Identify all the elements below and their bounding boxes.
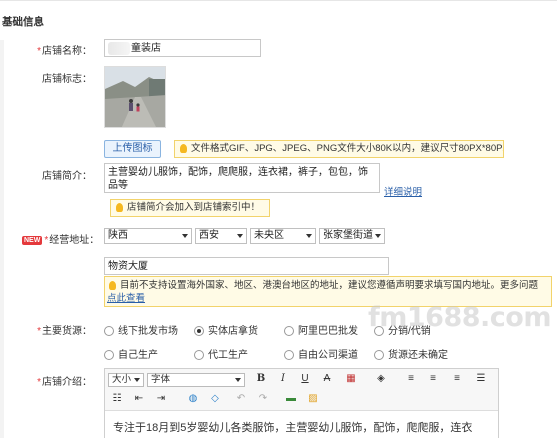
shop-logo-photo: [105, 67, 165, 127]
shop-name-value: 童装店: [131, 43, 161, 54]
upload-logo-button[interactable]: 上传图标: [104, 140, 161, 158]
shop-name-label: *店铺名称：: [2, 42, 92, 57]
radio-button[interactable]: [104, 350, 114, 361]
align-right-icon[interactable]: ≡: [449, 373, 465, 384]
top-divider: [0, 0, 557, 3]
district-select[interactable]: 未央区: [250, 228, 316, 244]
align-center-icon[interactable]: ≡: [425, 373, 441, 384]
lightbulb-icon: [180, 143, 187, 153]
lightbulb-icon: [109, 280, 116, 290]
dropdown-arrow-icon: [134, 378, 140, 382]
italic-icon[interactable]: I: [275, 373, 291, 384]
option-label: 自由公司渠道: [298, 350, 358, 361]
redo-icon[interactable]: ↷: [255, 393, 271, 404]
supply-option-oem[interactable]: 代工生产: [194, 346, 248, 361]
shop-intro-value: 主营婴幼儿服饰，配饰，爬爬服，连衣裙，裤子，包包，饰品等: [108, 167, 368, 191]
radio-button[interactable]: [284, 326, 294, 337]
radio-button[interactable]: [284, 350, 294, 361]
supply-label: *主要货源：: [2, 322, 92, 337]
district-value: 未央区: [254, 230, 284, 241]
address-detail-value: 物资大厦: [108, 261, 148, 272]
highlight-color-icon[interactable]: ◈: [373, 373, 389, 384]
option-label: 线下批发市场: [118, 326, 178, 337]
street-select[interactable]: 张家堡街道: [319, 228, 385, 244]
address-label-text: 经营地址：: [49, 235, 100, 246]
supply-option-own-channel[interactable]: 自由公司渠道: [284, 346, 358, 361]
bullet-list-icon[interactable]: ☰: [473, 373, 489, 384]
dropdown-arrow-icon: [306, 234, 312, 238]
city-value: 西安: [199, 230, 219, 241]
shop-name-label-text: 店铺名称：: [42, 46, 92, 57]
required-mark: *: [37, 377, 41, 388]
supply-option-wholesale-market[interactable]: 线下批发市场: [104, 322, 178, 337]
font-family-label: 字体: [151, 374, 171, 385]
logo-tip: 文件格式GIF、JPG、JPEG、PNG文件大小80K以内，建议尺寸80PX*8…: [174, 140, 504, 158]
shop-logo-label: 店铺标志：: [42, 74, 92, 85]
address-detail-input[interactable]: 物资大厦: [104, 257, 389, 275]
font-family-select[interactable]: 字体: [147, 373, 245, 387]
dropdown-arrow-icon: [235, 378, 241, 382]
indent-icon[interactable]: ⇥: [153, 393, 169, 404]
required-mark: *: [37, 46, 41, 57]
intro-detail-link[interactable]: 详细说明: [384, 184, 422, 198]
shop-logo-image: [104, 66, 166, 128]
dropdown-arrow-icon: [182, 234, 188, 238]
logo-tip-text: 文件格式GIF、JPG、JPEG、PNG文件大小80K以内，建议尺寸80PX*8…: [191, 143, 504, 154]
radio-button[interactable]: [104, 326, 114, 337]
supply-label-text: 主要货源：: [42, 326, 92, 337]
numbered-list-icon[interactable]: ☷: [109, 393, 125, 404]
blurred-text-mask: [108, 41, 130, 55]
option-label: 货源还未确定: [388, 350, 448, 361]
image-icon[interactable]: ▬: [283, 393, 299, 404]
lightbulb-icon: [116, 202, 123, 212]
address-tip-text: 目前不支持设置海外国家、地区、港澳台地区的地址，建议您遵循声明要求填写国内地址。…: [120, 280, 539, 291]
dropdown-arrow-icon: [375, 234, 381, 238]
font-size-label: 大小: [112, 374, 132, 385]
insert-media-icon[interactable]: ▨: [305, 393, 321, 404]
editor-toolbar: 大小 字体 B I U A ▦ ◈ ≡ ≡ ≡ ☰ ☷ ⇤ ⇥ ◍ ◇ ↶ ↷ …: [105, 369, 498, 411]
supply-option-physical-store[interactable]: 实体店拿货: [194, 322, 258, 337]
radio-button-selected[interactable]: [194, 326, 204, 337]
watermark: fm1688.com: [368, 302, 551, 333]
radio-button[interactable]: [194, 350, 204, 361]
align-left-icon[interactable]: ≡: [403, 373, 419, 384]
text-color-icon[interactable]: ▦: [343, 373, 359, 384]
intro-tip: 店铺简介会加入到店铺索引中！: [110, 199, 270, 217]
supply-option-alibaba[interactable]: 阿里巴巴批发: [284, 322, 358, 337]
option-label: 自己生产: [118, 350, 158, 361]
editor-content[interactable]: 专注于18月到5岁婴幼儿各类服饰，主营婴幼儿服饰，配饰，爬爬服，连衣: [113, 419, 498, 435]
description-editor: 大小 字体 B I U A ▦ ◈ ≡ ≡ ≡ ☰ ☷ ⇤ ⇥ ◍ ◇ ↶ ↷ …: [104, 368, 499, 438]
required-mark: *: [44, 235, 49, 246]
source-code-icon[interactable]: ◇: [207, 393, 223, 404]
underline-icon[interactable]: U: [297, 373, 313, 384]
shop-intro-textarea[interactable]: 主营婴幼儿服饰，配饰，爬爬服，连衣裙，裤子，包包，饰品等: [104, 163, 380, 193]
bold-icon[interactable]: B: [253, 373, 269, 384]
outdent-icon[interactable]: ⇤: [131, 393, 147, 404]
description-label-text: 店铺介绍：: [42, 377, 92, 388]
section-title: 基础信息: [2, 16, 44, 28]
font-size-select[interactable]: 大小: [108, 373, 144, 387]
intro-tip-text: 店铺简介会加入到店铺索引中！: [127, 202, 261, 213]
address-help-link[interactable]: 点此查看: [107, 293, 145, 304]
required-mark: *: [37, 326, 41, 337]
option-label: 阿里巴巴批发: [298, 326, 358, 337]
supply-option-undecided[interactable]: 货源还未确定: [374, 346, 448, 361]
strikethrough-icon[interactable]: A: [319, 373, 335, 384]
address-label: NEW *经营地址：: [22, 231, 99, 246]
dropdown-arrow-icon: [237, 234, 243, 238]
undo-icon[interactable]: ↶: [233, 393, 249, 404]
description-label: *店铺介绍：: [2, 373, 92, 388]
option-label: 实体店拿货: [208, 326, 258, 337]
city-select[interactable]: 西安: [195, 228, 247, 244]
shop-name-input[interactable]: 童装店: [104, 39, 261, 57]
province-value: 陕西: [108, 230, 128, 241]
option-label: 代工生产: [208, 350, 248, 361]
radio-button[interactable]: [374, 350, 384, 361]
shop-intro-label: 店铺简介：: [42, 171, 92, 182]
street-value: 张家堡街道: [323, 230, 373, 241]
new-badge: NEW: [22, 235, 43, 245]
province-select[interactable]: 陕西: [104, 228, 192, 244]
supply-option-self-produced[interactable]: 自己生产: [104, 346, 158, 361]
link-globe-icon[interactable]: ◍: [185, 393, 201, 404]
